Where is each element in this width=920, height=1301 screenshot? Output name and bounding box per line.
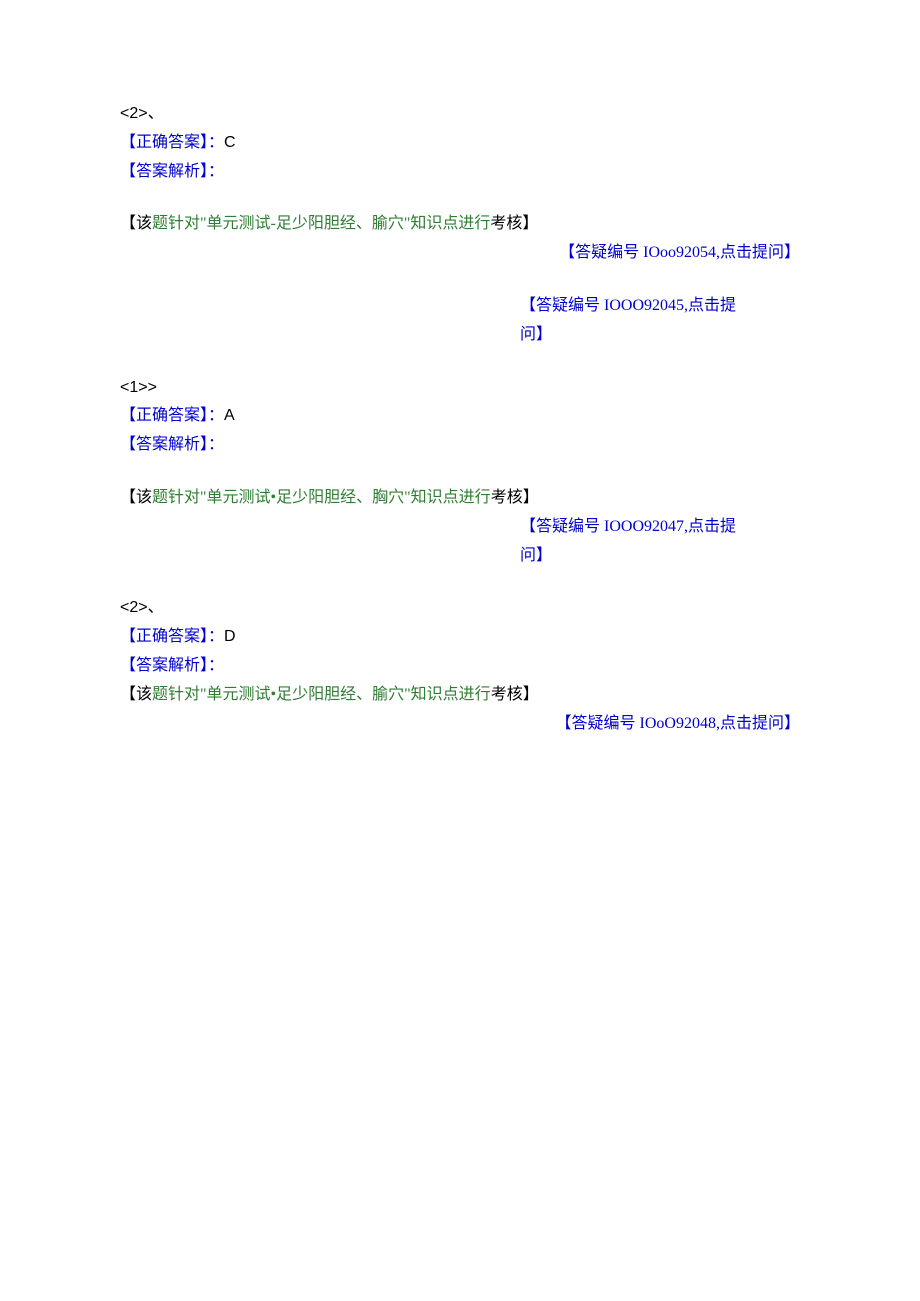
correct-answer-label: 【正确答案】： (120, 628, 224, 645)
question-id-link-cont[interactable]: 问】 (520, 321, 800, 350)
note-bracket-open: 【该 (120, 489, 152, 506)
knowledge-note: 【该题针对"单元测试•足少阳胆经、胸穴"知识点进行考核】 (120, 484, 800, 513)
note-bracket-close: 考核】 (491, 686, 539, 703)
question-id-link-cont[interactable]: 问】 (520, 542, 800, 571)
correct-answer-line: 【正确答案】：D (120, 623, 800, 652)
knowledge-note: 【该题针对"单元测试•足少阳胆经、腧穴"知识点进行考核】 (120, 681, 800, 710)
answer-analysis-label: 【答案解析】： (120, 158, 800, 187)
note-bracket-open: 【该 (120, 215, 152, 232)
document-page: <2>、 【正确答案】：C 【答案解析】： 【该题针对"单元测试-足少阳胆经、腧… (0, 0, 920, 1301)
note-bracket-close: 考核】 (490, 215, 538, 232)
note-green-text: 题针对"单元测试-足少阳胆经、腧穴"知识点进行 (152, 215, 490, 232)
correct-answer-label: 【正确答案】： (120, 407, 224, 424)
question-number: <2>、 (120, 594, 800, 623)
note-green-text: 题针对"单元测试•足少阳胆经、胸穴"知识点进行 (152, 489, 491, 506)
question-number: <2>、 (120, 100, 800, 129)
knowledge-note: 【该题针对"单元测试-足少阳胆经、腧穴"知识点进行考核】 (120, 210, 800, 239)
correct-answer-line: 【正确答案】：C (120, 129, 800, 158)
note-bracket-close: 考核】 (491, 489, 539, 506)
correct-answer-label: 【正确答案】： (120, 134, 224, 151)
question-id-link[interactable]: 【答疑编号 IOOO92045,点击提 (520, 292, 800, 321)
note-bracket-open: 【该 (120, 686, 152, 703)
note-green-text: 题针对"单元测试•足少阳胆经、腧穴"知识点进行 (152, 686, 491, 703)
question-id-link[interactable]: 【答疑编号 IOoo92054,点击提问】 (120, 239, 800, 268)
correct-answer-value: C (224, 134, 236, 151)
correct-answer-value: D (224, 628, 236, 645)
question-id-link[interactable]: 【答疑编号 IOOO92047,点击提 (520, 513, 800, 542)
answer-analysis-label: 【答案解析】： (120, 652, 800, 681)
question-number: <1>> (120, 374, 800, 403)
correct-answer-value: A (224, 407, 235, 424)
question-id-link[interactable]: 【答疑编号 IOoO92048,点击提问】 (120, 710, 800, 739)
correct-answer-line: 【正确答案】：A (120, 402, 800, 431)
answer-analysis-label: 【答案解析】： (120, 431, 800, 460)
